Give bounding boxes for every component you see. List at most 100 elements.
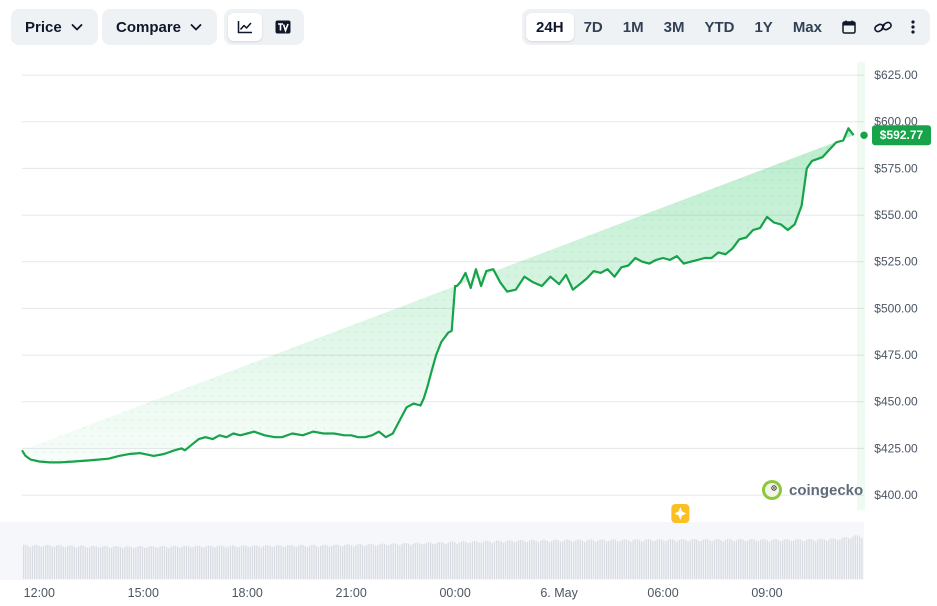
price-chart[interactable]: $625.00$600.00$575.00$550.00$525.00$500.… [0,0,937,606]
current-price-tag: $592.77 [858,125,931,146]
volume-bar [469,542,471,579]
volume-bar [474,541,476,579]
volume-bar [108,547,111,579]
volume-bar [161,546,163,579]
volume-bar [467,543,469,579]
volume-bar [214,547,216,579]
volume-bar [727,539,729,579]
volume-bar [790,541,793,579]
volume-bar [64,547,67,579]
volume-bar [397,544,399,579]
volume-bar [713,539,716,579]
volume-bar [606,541,608,579]
volume-bar [698,541,700,579]
volume-bar [815,541,817,579]
volume-bar [375,545,377,579]
volume-bar [106,546,108,579]
volume-bar [623,539,625,579]
current-price-label: $592.77 [880,128,924,142]
volume-bar [570,541,573,579]
volume-bar [320,545,322,579]
volume-bar [291,545,293,579]
volume-bar [399,545,401,579]
volume-bar [729,539,731,579]
x-tick-label: 15:00 [128,586,159,600]
volume-bar [819,538,821,579]
volume-bar [254,545,256,579]
event-marker[interactable] [671,504,690,523]
volume-bar [650,539,652,579]
volume-bar [293,546,295,579]
volume-bar [588,539,590,579]
volume-bar [144,547,146,579]
volume-bar [95,546,97,579]
volume-bar [267,545,269,579]
x-axis: 12:00 15:00 18:00 21:00 00:00 6. May 06:00 09:0… [24,586,783,600]
gecko-logo-icon [762,480,782,500]
volume-bar [663,540,665,579]
volume-bar [260,547,262,579]
volume-bar [40,547,42,579]
volume-bar [93,545,95,579]
volume-bar [595,541,597,579]
y-tick-label: $550.00 [874,208,918,222]
volume-bar [518,540,520,579]
volume-bar [342,546,344,579]
volume-bar [280,545,282,579]
volume-bar [674,540,676,579]
volume-bar [738,539,740,579]
volume-bar [168,548,170,579]
volume-bar [188,546,190,579]
volume-bar [49,545,51,579]
volume-bar [86,547,89,579]
volume-bar [812,540,815,579]
x-tick-label: 06:00 [647,586,678,600]
current-price-dot [858,129,870,141]
volume-bar [366,545,368,579]
volume-bar [691,539,694,579]
volume-bar [608,541,610,579]
volume-bar [447,542,449,579]
volume-bar [368,544,370,579]
volume-bar [223,546,225,579]
volume-bar [575,540,577,579]
volume-bar [476,541,478,579]
volume-bar [709,540,711,579]
volume-bar [845,537,848,579]
volume-bar [36,544,38,579]
volume-bar [826,541,828,579]
volume-bar [100,547,102,579]
volume-bar [317,546,320,579]
volume-bar [553,539,555,579]
volume-bar [243,545,245,579]
volume-bar [436,542,438,579]
volume-bar [278,545,280,579]
volume-bar [771,540,773,579]
volume-bar [179,547,181,579]
volume-bar [465,541,467,579]
volume-bar [801,540,804,579]
volume-bar [859,536,861,579]
volume-bar [190,547,192,579]
volume-bar [449,541,452,579]
volume-bar [634,539,636,579]
volume-bar [284,546,287,579]
volume-bar [117,546,119,579]
volume-bar [643,540,645,579]
volume-bar [344,545,346,579]
volume-bar [628,540,630,579]
volume-bar [621,540,623,579]
volume-bar [111,547,113,579]
volume-bar [559,541,562,579]
volume-bar [837,540,839,579]
volume-bar [124,547,126,579]
volume-bar [73,546,75,579]
volume-bar [480,542,482,579]
volume-bar [555,539,557,579]
volume-bar [221,545,223,579]
volume-bar [504,541,507,579]
volume-bar [619,541,621,579]
x-tick-label: 09:00 [751,586,782,600]
volume-bar [430,542,432,579]
x-tick-label: 18:00 [232,586,263,600]
